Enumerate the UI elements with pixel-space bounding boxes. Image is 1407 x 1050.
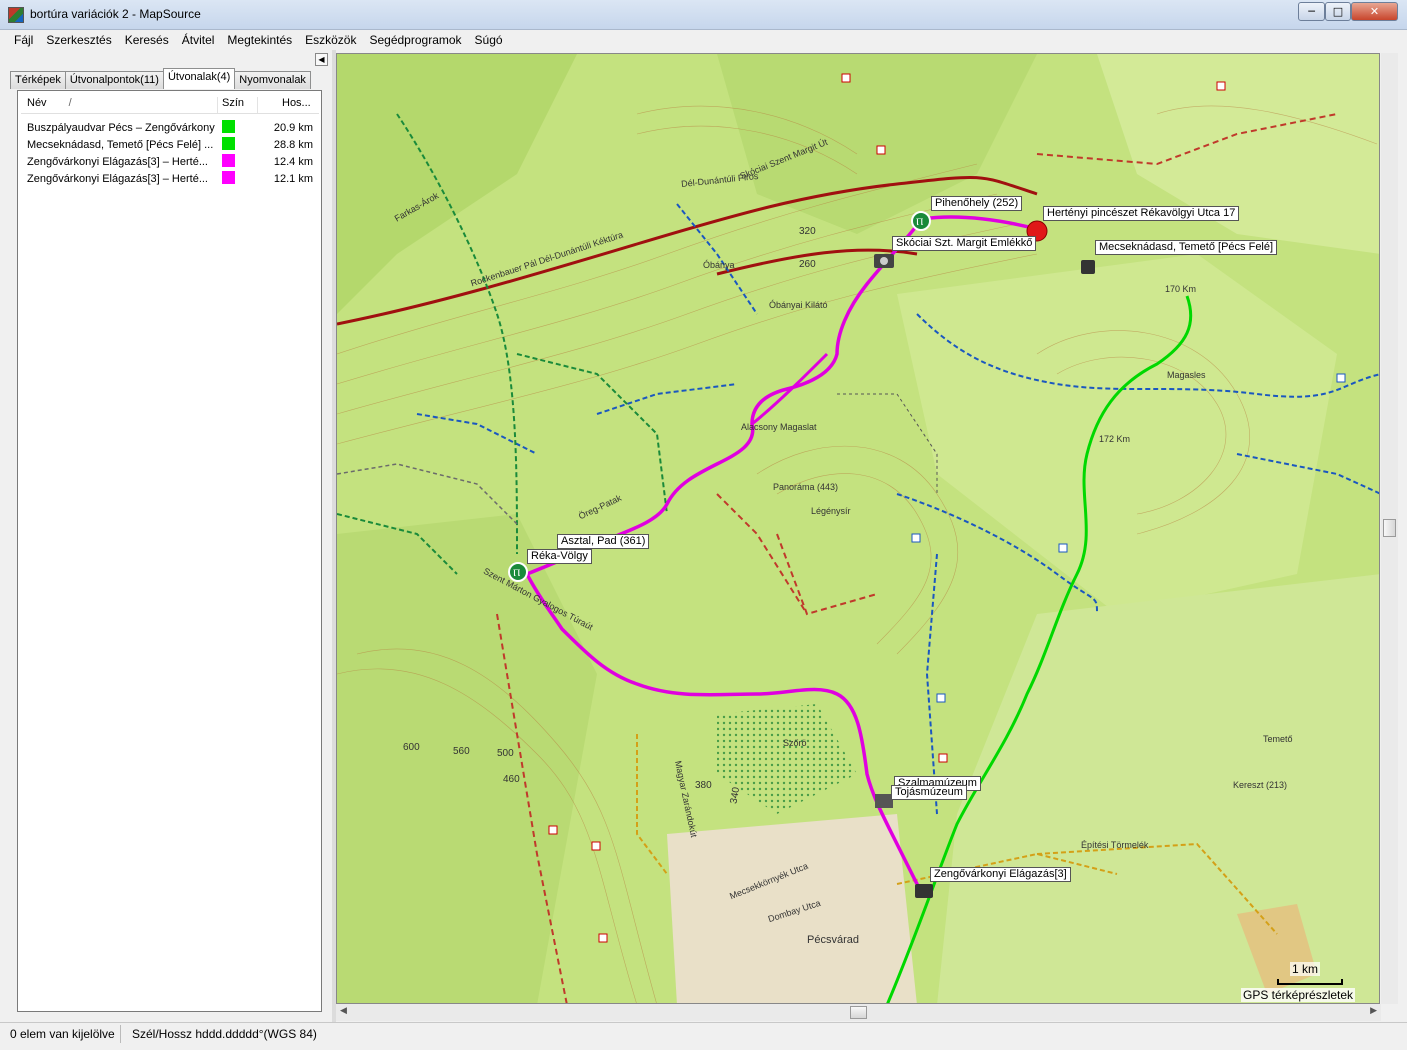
- map-text: 260: [799, 259, 816, 270]
- map-text: 320: [799, 226, 816, 237]
- waypoint-label-tojas[interactable]: Tojásmúzeum: [891, 785, 967, 800]
- svg-text:Ⲡ: Ⲡ: [513, 568, 520, 579]
- menu-help[interactable]: Súgó: [468, 33, 509, 47]
- status-bar: 0 elem van kijelölve Szél/Hossz hddd.ddd…: [0, 1022, 1407, 1050]
- map-text: Panoráma (443): [773, 482, 839, 492]
- collapse-panel-icon[interactable]: ◀: [315, 53, 328, 66]
- route-name: Mecseknádasd, Temető [Pécs Felé] ...: [27, 138, 214, 151]
- map-view[interactable]: Ⲡ Ⲡ Dél-Dunántúli Piros Skóciai Szent Ma…: [336, 53, 1380, 1004]
- route-color-swatch: [222, 153, 235, 167]
- waypoint-label-reka[interactable]: Réka-Völgy: [527, 549, 592, 564]
- scroll-right-icon[interactable]: ▶: [1370, 1006, 1377, 1016]
- map-text: 560: [453, 746, 470, 757]
- waypoint-label-hertenyi[interactable]: Hertényi pincészet Rékavölgyi Utca 17: [1043, 206, 1240, 221]
- minimize-button[interactable]: ─: [1298, 2, 1325, 21]
- menu-file[interactable]: Fájl: [0, 33, 39, 47]
- tab-maps[interactable]: Térképek: [10, 71, 66, 89]
- route-color-swatch: [222, 170, 235, 184]
- tab-waypoints[interactable]: Útvonalpontok(11): [64, 71, 164, 89]
- map-text: Légénysír: [811, 506, 851, 516]
- waypoint-label-skociai[interactable]: Skóciai Szt. Margit Emlékkő: [892, 236, 1037, 251]
- route-length: 12.1 km: [273, 172, 313, 185]
- scrollbar-thumb[interactable]: [850, 1006, 867, 1019]
- map-text: Építési Törmelék: [1081, 840, 1149, 850]
- waypoint-label-asztal[interactable]: Asztal, Pad (361): [557, 534, 650, 549]
- waypoint-label-zengo[interactable]: Zengővárkonyi Elágazás[3]: [930, 867, 1071, 882]
- close-button[interactable]: ✕: [1351, 2, 1398, 21]
- table-row[interactable]: Zengővárkonyi Elágazás[3] – Herté... 12.…: [21, 153, 319, 170]
- coordinate-format: Szél/Hossz hddd.ddddd°(WGS 84): [132, 1027, 317, 1041]
- map-text: Magasles: [1167, 370, 1206, 380]
- map-text: 460: [503, 774, 520, 785]
- menu-edit[interactable]: Szerkesztés: [39, 33, 117, 47]
- panel-tabs: Térképek Útvonalpontok(11) Útvonalak(4) …: [10, 68, 311, 89]
- map-text: Óbánya: [703, 260, 735, 270]
- scale-label: 1 km: [1290, 962, 1321, 976]
- scrollbar-thumb[interactable]: [1383, 519, 1396, 537]
- list-header: Név / Szín Hos...: [21, 97, 319, 114]
- map-text: 172 Km: [1099, 434, 1131, 444]
- app-icon: [8, 7, 24, 23]
- map-vertical-scrollbar[interactable]: [1381, 53, 1398, 1004]
- route-length: 20.9 km: [273, 121, 313, 134]
- scale-bar: [1277, 979, 1343, 985]
- map-text: 170 Km: [1165, 284, 1197, 294]
- route-length: 12.4 km: [273, 155, 313, 168]
- table-row[interactable]: Buszpályaudvar Pécs – Zengővárkony ... 2…: [21, 119, 319, 136]
- bus-stop-icon: [915, 884, 933, 898]
- sort-icon: /: [68, 97, 72, 109]
- left-panel: ◀ Térképek Útvonalpontok(11) Útvonalak(4…: [0, 50, 332, 1049]
- bus-stop-icon: [1081, 260, 1095, 274]
- map-text: Pécsvárad: [807, 934, 859, 946]
- status-separator: [120, 1025, 121, 1043]
- table-row[interactable]: Zengővárkonyi Elágazás[3] – Herté... 12.…: [21, 170, 319, 187]
- route-name: Buszpályaudvar Pécs – Zengővárkony ...: [27, 121, 217, 134]
- menu-bar: Fájl Szerkesztés Keresés Átvitel Megteki…: [0, 30, 1407, 50]
- route-name: Zengővárkonyi Elágazás[3] – Herté...: [27, 172, 208, 185]
- menu-tools[interactable]: Eszközök: [298, 33, 362, 47]
- map-text: 500: [497, 748, 514, 759]
- map-text: Óbányai Kilátó: [769, 300, 828, 310]
- map-horizontal-scrollbar[interactable]: ◀ ▶: [336, 1004, 1381, 1021]
- route-name: Zengővárkonyi Elágazás[3] – Herté...: [27, 155, 208, 168]
- route-color-swatch: [222, 136, 235, 150]
- map-text: Kereszt (213): [1233, 780, 1288, 790]
- waypoint-label-pihenohely[interactable]: Pihenőhely (252): [931, 196, 1023, 211]
- route-color-swatch: [222, 119, 235, 133]
- column-header-color[interactable]: Szín: [217, 97, 257, 113]
- menu-search[interactable]: Keresés: [118, 33, 175, 47]
- menu-transfer[interactable]: Átvitel: [175, 33, 221, 47]
- tab-routes[interactable]: Útvonalak(4): [162, 68, 236, 89]
- column-header-name[interactable]: Név /: [21, 97, 217, 113]
- waypoint-label-mecseknadasd[interactable]: Mecseknádasd, Temető [Pécs Felé]: [1095, 240, 1278, 255]
- route-length: 28.8 km: [273, 138, 313, 151]
- map-text: 380: [695, 780, 712, 791]
- menu-utilities[interactable]: Segédprogramok: [362, 33, 467, 47]
- window-title: bortúra variációk 2 - MapSource: [30, 7, 201, 21]
- map-text: Szőrö: [783, 738, 807, 748]
- map-text: Alacsony Magaslat: [741, 422, 817, 432]
- map-text: Temető: [1263, 734, 1293, 744]
- column-header-length[interactable]: Hos...: [257, 97, 319, 113]
- table-row[interactable]: Mecseknádasd, Temető [Pécs Felé] ... 28.…: [21, 136, 319, 153]
- scroll-left-icon[interactable]: ◀: [340, 1006, 347, 1016]
- maximize-button[interactable]: □: [1325, 2, 1351, 21]
- menu-view[interactable]: Megtekintés: [220, 33, 298, 47]
- gps-detail-label: GPS térképrészletek: [1241, 988, 1356, 1002]
- map-text: 600: [403, 742, 420, 753]
- route-rows: Buszpályaudvar Pécs – Zengővárkony ... 2…: [21, 119, 319, 187]
- tab-tracks[interactable]: Nyomvonalak: [234, 71, 311, 89]
- title-bar: bortúra variációk 2 - MapSource ─ □ ✕: [0, 0, 1407, 30]
- map-canvas: Ⲡ Ⲡ: [337, 54, 1379, 1003]
- svg-text:Ⲡ: Ⲡ: [916, 217, 923, 228]
- selection-status: 0 elem van kijelölve: [10, 1027, 115, 1041]
- routes-list: Név / Szín Hos... Buszpályaudvar Pécs – …: [17, 90, 322, 1049]
